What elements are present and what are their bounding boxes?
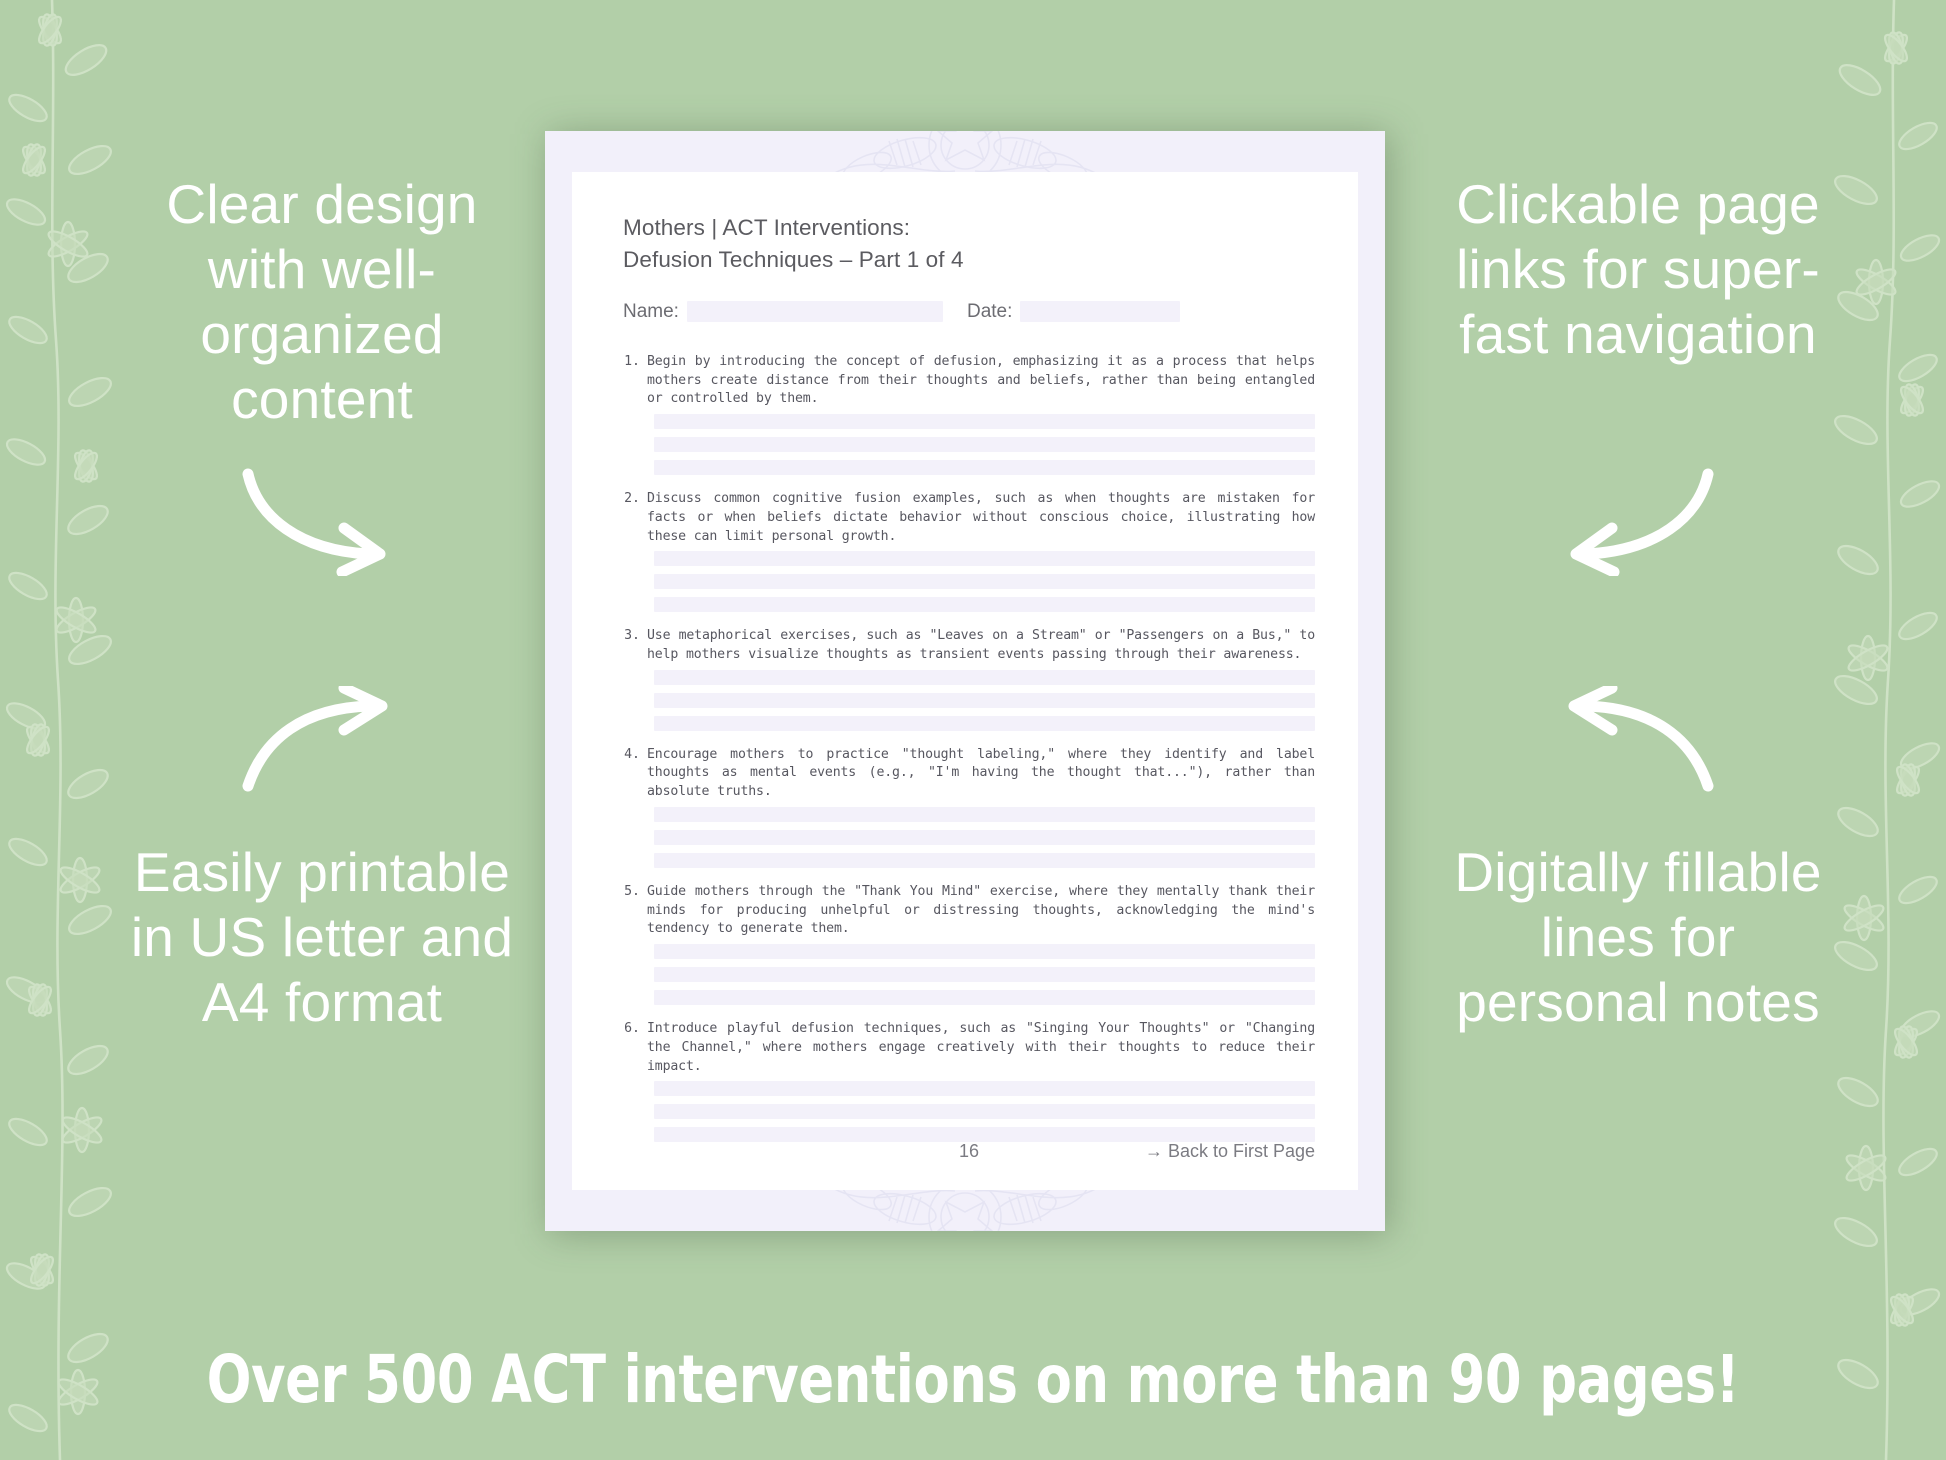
intervention-row: 4. Encourage mothers to practice "thought… bbox=[623, 746, 1315, 802]
promo-text-bottom-left: Easily printable in US letter and A4 for… bbox=[130, 841, 514, 1033]
fillable-line[interactable] bbox=[654, 437, 1315, 453]
fillable-lines-group bbox=[654, 669, 1315, 731]
fillable-line[interactable] bbox=[654, 944, 1315, 960]
intervention-row: 3. Use metaphorical exercises, such as "L… bbox=[623, 627, 1315, 664]
intervention-text: Guide mothers through the "Thank You Min… bbox=[647, 883, 1315, 937]
intervention-number: 6. bbox=[624, 1021, 640, 1037]
intervention-item: 4. Encourage mothers to practice "thought… bbox=[623, 746, 1315, 868]
fillable-line[interactable] bbox=[654, 806, 1315, 822]
intervention-number: 5. bbox=[624, 883, 640, 899]
intervention-item: 5. Guide mothers through the "Thank You M… bbox=[623, 883, 1315, 1006]
name-input[interactable] bbox=[686, 301, 943, 323]
fillable-lines-group bbox=[654, 1081, 1315, 1143]
fillable-line[interactable] bbox=[654, 669, 1315, 685]
intervention-text: Introduce playful defusion techniques, s… bbox=[647, 1021, 1315, 1074]
date-input[interactable] bbox=[1020, 301, 1181, 323]
intervention-row: 2. Discuss common cognitive fusion exampl… bbox=[623, 490, 1315, 546]
intervention-number: 4. bbox=[624, 746, 640, 762]
intervention-text: Use metaphorical exercises, such as "Lea… bbox=[647, 628, 1315, 663]
intervention-number: 3. bbox=[624, 628, 640, 644]
curved-arrow-bottom-right-icon bbox=[1568, 686, 1714, 792]
worksheet-title-line-2: Defusion Techniques – Part 1 of 4 bbox=[623, 246, 964, 272]
fillable-lines-group bbox=[654, 944, 1315, 1006]
fillable-line[interactable] bbox=[654, 852, 1315, 868]
intervention-item: 2. Discuss common cognitive fusion exampl… bbox=[623, 490, 1315, 613]
curved-arrow-top-left-icon bbox=[242, 468, 386, 576]
fillable-line[interactable] bbox=[654, 829, 1315, 845]
name-date-row: Name: Date: bbox=[623, 301, 1315, 323]
fillable-lines-group bbox=[654, 806, 1315, 868]
worksheet-footer: 16 → Back to First Page bbox=[623, 1141, 1315, 1162]
intervention-item: 6. Introduce playful defusion techniques,… bbox=[623, 1020, 1315, 1143]
intervention-list: 1. Begin by introducing the concept of de… bbox=[623, 353, 1315, 1143]
intervention-number: 2. bbox=[624, 491, 640, 507]
worksheet-body: Mothers | ACT Interventions: Defusion Te… bbox=[623, 212, 1315, 1157]
intervention-row: 6. Introduce playful defusion techniques,… bbox=[623, 1020, 1315, 1076]
intervention-row: 1. Begin by introducing the concept of de… bbox=[623, 353, 1315, 409]
intervention-number: 1. bbox=[624, 353, 640, 369]
date-label: Date: bbox=[966, 300, 1013, 322]
bottom-banner-text: Over 500 ACT interventions on more than … bbox=[206, 1341, 1740, 1418]
back-to-first-page-link[interactable]: → Back to First Page bbox=[1145, 1141, 1315, 1162]
promo-text-top-right: Clickable page links for super-fast navi… bbox=[1456, 173, 1820, 365]
fillable-line[interactable] bbox=[654, 715, 1315, 731]
curved-arrow-bottom-left-icon bbox=[242, 686, 388, 792]
intervention-text: Encourage mothers to practice "thought l… bbox=[647, 746, 1315, 800]
fillable-line[interactable] bbox=[654, 1104, 1315, 1120]
fillable-line[interactable] bbox=[654, 574, 1315, 590]
fillable-lines-group bbox=[654, 414, 1315, 476]
intervention-item: 1. Begin by introducing the concept of de… bbox=[623, 353, 1315, 476]
worksheet-content-area: Mothers | ACT Interventions: Defusion Te… bbox=[572, 172, 1358, 1190]
intervention-text: Begin by introducing the concept of defu… bbox=[647, 353, 1315, 407]
worksheet-title-line-1: Mothers | ACT Interventions: bbox=[623, 215, 911, 240]
fillable-line[interactable] bbox=[654, 551, 1315, 567]
intervention-item: 3. Use metaphorical exercises, such as "L… bbox=[623, 627, 1315, 731]
worksheet-page: Mothers | ACT Interventions: Defusion Te… bbox=[545, 131, 1385, 1231]
fillable-lines-group bbox=[654, 551, 1315, 613]
page-number: 16 bbox=[958, 1141, 980, 1161]
fillable-line[interactable] bbox=[654, 990, 1315, 1006]
fillable-line[interactable] bbox=[654, 1081, 1315, 1097]
intervention-text: Discuss common cognitive fusion examples… bbox=[647, 491, 1315, 544]
fillable-line[interactable] bbox=[654, 597, 1315, 613]
promo-text-top-left: Clear design with well-organized content bbox=[166, 173, 478, 430]
intervention-row: 5. Guide mothers through the "Thank You M… bbox=[623, 883, 1315, 939]
fillable-line[interactable] bbox=[654, 692, 1315, 708]
promotional-mockup: Clear design with well-organized content… bbox=[0, 0, 1946, 1460]
fillable-line[interactable] bbox=[654, 414, 1315, 430]
curved-arrow-top-right-icon bbox=[1570, 468, 1714, 576]
promo-text-bottom-right: Digitally fillable lines for personal no… bbox=[1454, 841, 1822, 1033]
fillable-line[interactable] bbox=[654, 460, 1315, 476]
fillable-line[interactable] bbox=[654, 967, 1315, 983]
name-label: Name: bbox=[623, 300, 679, 322]
